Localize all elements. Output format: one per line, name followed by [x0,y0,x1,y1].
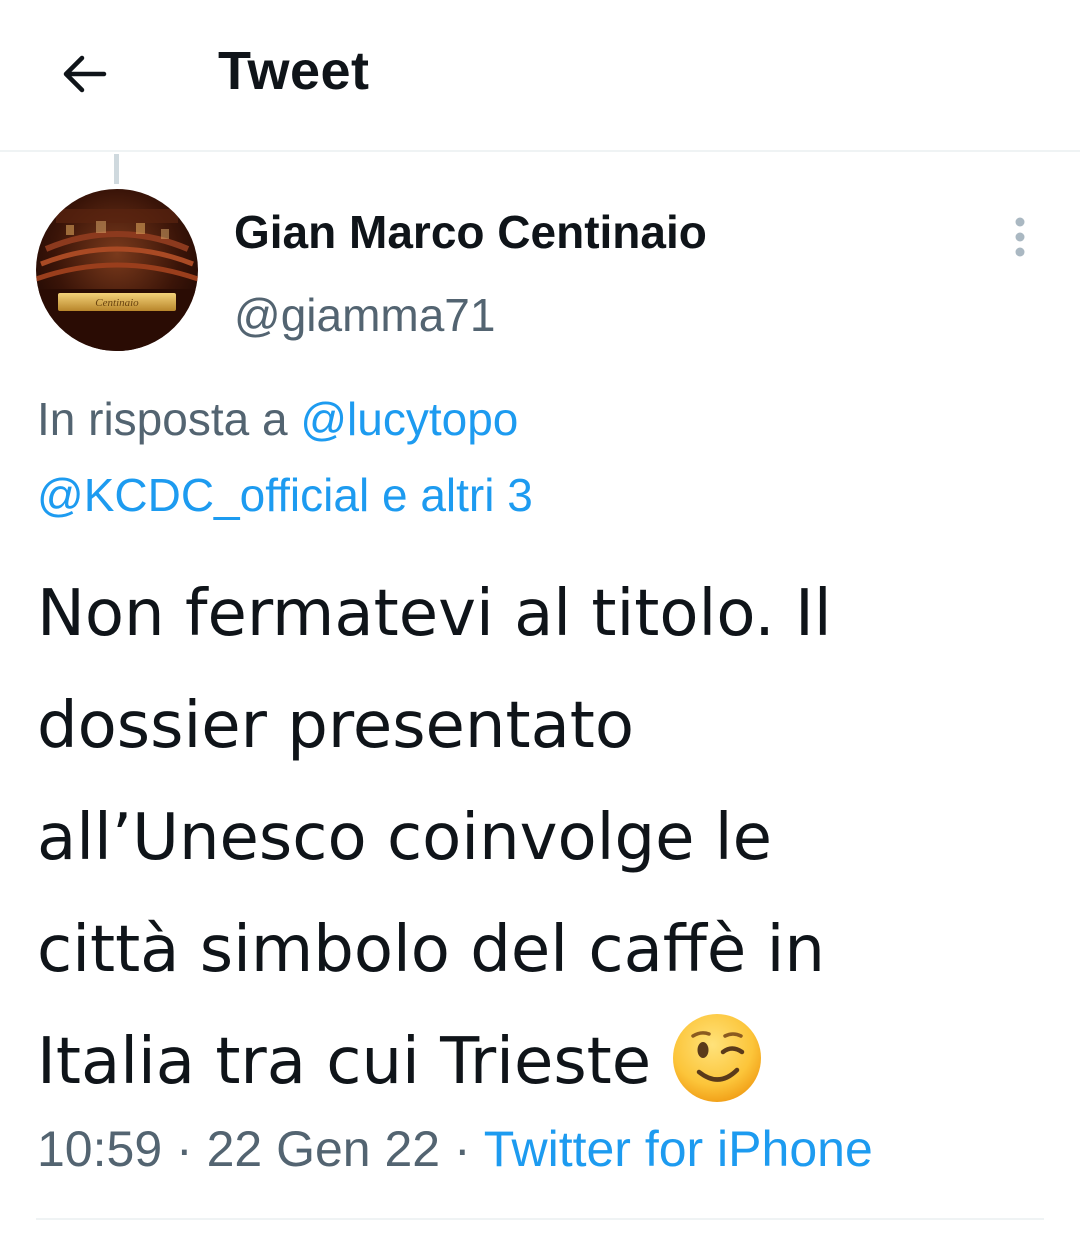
back-button[interactable] [54,44,114,104]
meta-separator: · [454,1121,471,1177]
tweet-time: 10:59 [37,1121,163,1177]
avatar[interactable]: Centinaio [36,189,198,351]
divider [36,1218,1044,1220]
tweet-text-line: Non fermatevi al titolo. Il [37,577,832,651]
tweet-text: Non fermatevi al titolo. Il dossier pres… [37,558,1047,1118]
reply-others-link[interactable]: e altri 3 [382,469,533,521]
page-title: Tweet [218,41,370,101]
tweet-meta: 10:59 · 22 Gen 22 · Twitter for iPhone [37,1118,873,1180]
winking-face-emoji-icon [673,1014,762,1103]
meta-separator: · [176,1121,193,1177]
thread-connector-line [114,154,119,184]
tweet-text-line: città simbolo del caffè in [37,913,825,987]
reply-context-line-2: @KCDC_official e altri 3 [37,467,533,523]
more-vertical-icon [1015,217,1025,257]
reply-context-line-1: In risposta a @lucytopo [37,391,518,447]
tweet-date: 22 Gen 22 [206,1121,441,1177]
tweet-text-line: Italia tra cui Trieste [37,1025,652,1099]
arrow-left-icon [63,55,107,93]
tweet-text-line: all’Unesco coinvolge le [37,801,772,875]
avatar-plate-text: Centinaio [95,297,139,309]
reply-mention-kcdc[interactable]: @KCDC_official [37,469,369,521]
tweet-text-line: dossier presentato [37,689,635,763]
author-display-name[interactable]: Gian Marco Centinaio [234,204,707,260]
more-options-button[interactable] [1000,212,1040,262]
author-handle[interactable]: @giamma71 [234,287,495,343]
reply-mention-lucytopo[interactable]: @lucytopo [300,393,518,445]
tweet-text-line-last: Italia tra cui Trieste [37,1006,1047,1118]
tweet-source-link[interactable]: Twitter for iPhone [484,1121,873,1177]
reply-prefix: In risposta a [37,393,288,445]
top-app-bar: Tweet [0,0,1080,152]
